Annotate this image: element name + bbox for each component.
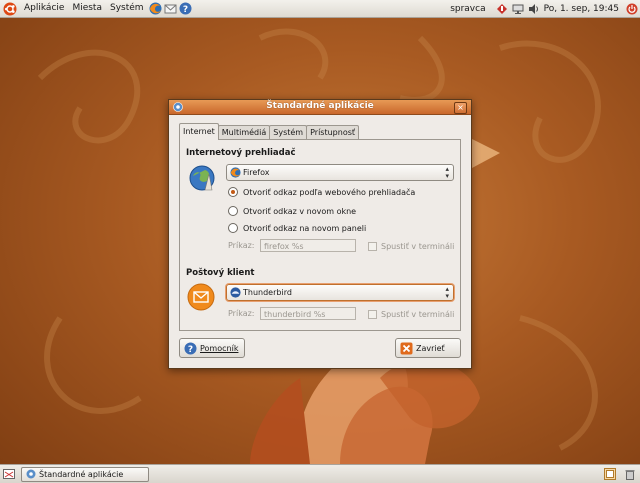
mail-command-label: Príkaz: [228, 309, 255, 318]
menu-places[interactable]: Miesta [68, 0, 106, 17]
dialog-title: Štandardné aplikácie [266, 101, 374, 111]
mail-client-icon [187, 283, 215, 311]
browser-command-input[interactable]: firefox %s [260, 239, 356, 252]
combo-arrows-icon: ▴ ▾ [445, 164, 449, 180]
svg-text:?: ? [188, 345, 193, 355]
browser-combo[interactable]: Firefox ▴ ▾ [226, 164, 454, 181]
help-button[interactable]: ? Pomocník [179, 338, 245, 358]
tab-panel-internet: Internetový prehliadač Firefox ▴ ▾ Otvori… [179, 139, 461, 331]
close-icon: × [457, 103, 464, 112]
mail-section-title: Poštový klient [186, 268, 255, 278]
checkbox-indicator[interactable] [368, 242, 377, 251]
bottom-panel: Štandardné aplikácie [0, 464, 640, 483]
radio-open-new-tab[interactable]: Otvoriť odkaz na novom paneli [228, 223, 366, 233]
firefox-icon [230, 167, 241, 178]
volume-icon[interactable] [528, 3, 540, 15]
mail-combo[interactable]: Thunderbird ▴ ▾ [226, 284, 454, 301]
radio-open-new-window[interactable]: Otvoriť odkaz v novom okne [228, 206, 356, 216]
radio-label: Otvoriť odkaz v novom okne [243, 206, 357, 216]
close-icon [400, 342, 413, 354]
help-button-label: Pomocník [200, 343, 239, 353]
network-icon[interactable] [512, 3, 524, 15]
taskbar-window-label: Štandardné aplikácie [39, 469, 124, 479]
power-icon[interactable] [626, 3, 638, 15]
clock[interactable]: Po, 1. sep, 19:45 [544, 4, 619, 14]
top-panel: Aplikácie Miesta Systém ? spravca Po, 1.… [0, 0, 640, 18]
mail-terminal-checkbox[interactable]: Spustiť v termináli [368, 310, 454, 319]
browser-combo-value: Firefox [243, 168, 270, 177]
tab-system[interactable]: Systém [269, 125, 308, 140]
tab-bar: Internet Multimédiá Systém Prístupnosť [179, 123, 360, 140]
thunderbird-icon [230, 287, 241, 298]
mail-icon[interactable] [164, 2, 177, 15]
mail-combo-value: Thunderbird [243, 288, 292, 297]
menu-applications[interactable]: Aplikácie [20, 0, 68, 17]
panel-right-area: spravca Po, 1. sep, 19:45 [450, 0, 640, 17]
preferences-icon [26, 469, 36, 479]
update-notifier-icon[interactable] [496, 3, 508, 15]
radio-label: Otvoriť odkaz na novom paneli [243, 223, 367, 233]
help-icon: ? [184, 342, 197, 355]
close-window-button[interactable]: × [454, 102, 467, 114]
svg-text:?: ? [182, 5, 187, 15]
ubuntu-logo-icon[interactable] [3, 2, 17, 16]
mail-command-input[interactable]: thunderbird %s [260, 307, 356, 320]
tab-internet[interactable]: Internet [179, 123, 219, 140]
tab-multimedia[interactable]: Multimédiá [217, 125, 271, 140]
close-button[interactable]: Zavrieť [395, 338, 461, 358]
checkbox-indicator[interactable] [368, 310, 377, 319]
checkbox-label: Spustiť v termináli [381, 242, 455, 251]
workspace-switcher-icon[interactable] [604, 468, 616, 480]
default-applications-dialog: Štandardné aplikácie × Internet Multiméd… [168, 99, 472, 369]
menu-system[interactable]: Systém [106, 0, 148, 17]
web-browser-icon [189, 165, 215, 191]
trash-icon[interactable] [624, 468, 636, 480]
user-name[interactable]: spravca [450, 4, 485, 14]
dialog-titlebar[interactable]: Štandardné aplikácie × [169, 100, 471, 115]
radio-open-default[interactable]: Otvoriť odkaz podľa webového prehliadača [228, 187, 415, 197]
radio-indicator[interactable] [228, 223, 238, 233]
close-button-label: Zavrieť [416, 343, 445, 353]
taskbar-window-button[interactable]: Štandardné aplikácie [21, 466, 149, 482]
browser-section-title: Internetový prehliadač [186, 148, 296, 158]
browser-command-label: Príkaz: [228, 241, 255, 250]
firefox-icon[interactable] [149, 2, 162, 15]
help-icon[interactable]: ? [179, 2, 192, 15]
radio-indicator[interactable] [228, 206, 238, 216]
checkbox-label: Spustiť v termináli [381, 310, 455, 319]
radio-label: Otvoriť odkaz podľa webového prehliadača [243, 187, 416, 197]
browser-terminal-checkbox[interactable]: Spustiť v termináli [368, 242, 454, 251]
show-desktop-icon[interactable] [3, 468, 15, 480]
tab-accessibility[interactable]: Prístupnosť [306, 125, 360, 140]
radio-indicator[interactable] [228, 187, 238, 197]
combo-arrows-icon: ▴ ▾ [445, 284, 449, 300]
